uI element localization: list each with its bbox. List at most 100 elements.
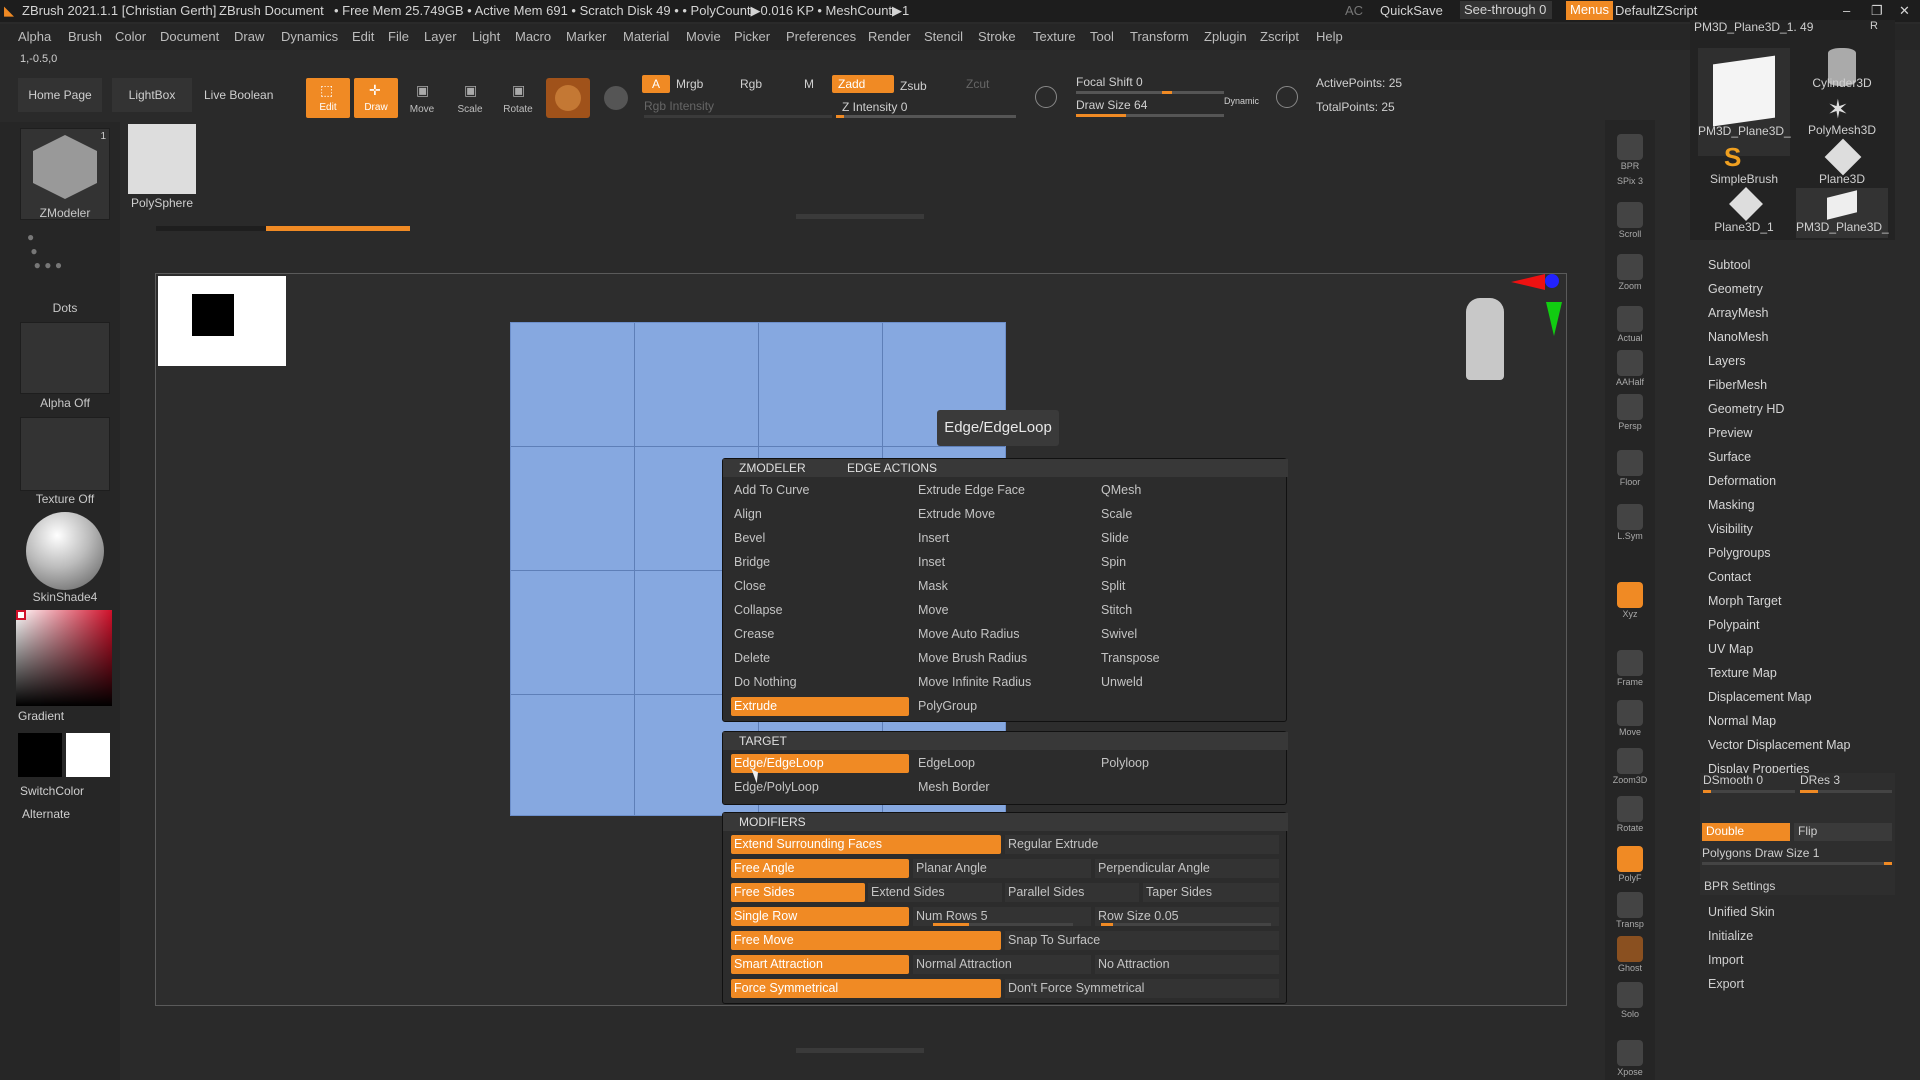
- draw-size-slider[interactable]: Draw Size 64: [1076, 98, 1147, 112]
- zcut-toggle[interactable]: Zcut: [966, 77, 989, 91]
- quicksave-button[interactable]: QuickSave: [1380, 3, 1443, 18]
- menu-tool[interactable]: Tool: [1090, 29, 1114, 44]
- close-icon[interactable]: ✕: [1899, 3, 1910, 19]
- view-button-rotate[interactable]: Rotate: [1610, 796, 1650, 833]
- view-button-floor[interactable]: Floor: [1610, 450, 1650, 487]
- secondary-color-swatch[interactable]: [18, 733, 62, 777]
- tool-thumb-pm3d-plane[interactable]: [1698, 48, 1790, 156]
- view-button-spix-3[interactable]: SPix 3: [1610, 176, 1650, 186]
- subpalette-contact[interactable]: Contact: [1708, 570, 1751, 584]
- action-split[interactable]: Split: [1101, 579, 1125, 593]
- lightbox-button[interactable]: LightBox: [112, 78, 192, 112]
- action-bevel[interactable]: Bevel: [734, 531, 765, 545]
- action-align[interactable]: Align: [734, 507, 762, 521]
- menu-brush[interactable]: Brush: [68, 29, 102, 44]
- target-mesh-border[interactable]: Mesh Border: [918, 780, 990, 794]
- modifier-no-attraction[interactable]: No Attraction: [1095, 955, 1279, 974]
- ac-label[interactable]: AC: [1345, 3, 1363, 18]
- action-do-nothing[interactable]: Do Nothing: [734, 675, 797, 689]
- menu-macro[interactable]: Macro: [515, 29, 551, 44]
- row-size-track[interactable]: [1101, 923, 1271, 926]
- bpr-settings-button[interactable]: BPR Settings: [1704, 879, 1775, 893]
- menu-light[interactable]: Light: [472, 29, 500, 44]
- menu-render[interactable]: Render: [868, 29, 911, 44]
- action-slide[interactable]: Slide: [1101, 531, 1129, 545]
- texture-slot[interactable]: [20, 417, 110, 491]
- polymesh-star-icon[interactable]: ✶: [1827, 94, 1849, 125]
- rgb-intensity-track[interactable]: [644, 115, 832, 118]
- subpalette-export[interactable]: Export: [1708, 977, 1744, 991]
- modifier-normal-attraction[interactable]: Normal Attraction: [913, 955, 1091, 974]
- modifier-snap-to-surface[interactable]: Snap To Surface: [1005, 931, 1279, 950]
- z-intensity-track[interactable]: [836, 115, 1016, 118]
- action-collapse[interactable]: Collapse: [734, 603, 783, 617]
- subpalette-unified-skin[interactable]: Unified Skin: [1708, 905, 1775, 919]
- action-extrude-edge-face[interactable]: Extrude Edge Face: [918, 483, 1025, 497]
- subpalette-import[interactable]: Import: [1708, 953, 1743, 967]
- simplebrush-icon[interactable]: S: [1724, 142, 1741, 173]
- action-inset[interactable]: Inset: [918, 555, 945, 569]
- focal-curve-icon[interactable]: [1035, 86, 1057, 108]
- subpalette-deformation[interactable]: Deformation: [1708, 474, 1776, 488]
- menu-stroke[interactable]: Stroke: [978, 29, 1016, 44]
- subpalette-texture-map[interactable]: Texture Map: [1708, 666, 1777, 680]
- shelf-scrollbar[interactable]: [156, 226, 410, 231]
- view-button-solo[interactable]: Solo: [1610, 982, 1650, 1019]
- menu-preferences[interactable]: Preferences: [786, 29, 856, 44]
- flip-toggle[interactable]: Flip: [1794, 823, 1892, 841]
- target-edgeloop[interactable]: EdgeLoop: [918, 756, 975, 770]
- modifier-free-move[interactable]: Free Move: [731, 931, 1001, 950]
- menu-document[interactable]: Document: [160, 29, 219, 44]
- color-picker[interactable]: [16, 610, 112, 706]
- double-toggle[interactable]: Double: [1702, 823, 1790, 841]
- default-zscript-button[interactable]: DefaultZScript: [1615, 3, 1697, 18]
- subpalette-displacement-map[interactable]: Displacement Map: [1708, 690, 1812, 704]
- menu-marker[interactable]: Marker: [566, 29, 606, 44]
- view-button-l-sym[interactable]: L.Sym: [1610, 504, 1650, 541]
- menu-edit[interactable]: Edit: [352, 29, 374, 44]
- zadd-toggle[interactable]: Zadd: [832, 75, 894, 93]
- target-edge-polyloop[interactable]: Edge/PolyLoop: [734, 780, 819, 794]
- menu-alpha[interactable]: Alpha: [18, 29, 51, 44]
- action-stitch[interactable]: Stitch: [1101, 603, 1132, 617]
- modifier-extend-sides[interactable]: Extend Sides: [868, 883, 1002, 902]
- color-sphere-icon[interactable]: [604, 86, 628, 110]
- r-toggle[interactable]: R: [1870, 20, 1878, 32]
- subpalette-layers[interactable]: Layers: [1708, 354, 1746, 368]
- view-button-scroll[interactable]: Scroll: [1610, 202, 1650, 239]
- modifier-dont-force-symmetrical[interactable]: Don't Force Symmetrical: [1005, 979, 1279, 998]
- modifier-free-angle[interactable]: Free Angle: [731, 859, 909, 878]
- action-close[interactable]: Close: [734, 579, 766, 593]
- subpalette-polypaint[interactable]: Polypaint: [1708, 618, 1759, 632]
- alpha-slot[interactable]: [20, 322, 110, 394]
- action-extrude[interactable]: Extrude: [731, 697, 909, 716]
- home-page-button[interactable]: Home Page: [18, 78, 102, 112]
- draw-size-track[interactable]: [1076, 114, 1224, 117]
- menus-button[interactable]: Menus: [1566, 1, 1614, 20]
- subpalette-geometry[interactable]: Geometry: [1708, 282, 1763, 296]
- restore-icon[interactable]: ❐: [1871, 3, 1883, 19]
- view-button-bpr[interactable]: BPR: [1610, 134, 1650, 171]
- view-button-zoom3d[interactable]: Zoom3D: [1610, 748, 1650, 785]
- focal-shift-slider[interactable]: Focal Shift 0: [1076, 75, 1143, 89]
- action-move[interactable]: Move: [918, 603, 949, 617]
- subpalette-arraymesh[interactable]: ArrayMesh: [1708, 306, 1768, 320]
- action-transpose[interactable]: Transpose: [1101, 651, 1160, 665]
- polysphere-thumbnail[interactable]: [128, 124, 196, 194]
- subpalette-surface[interactable]: Surface: [1708, 450, 1751, 464]
- subpalette-polygroups[interactable]: Polygroups: [1708, 546, 1771, 560]
- subpalette-preview[interactable]: Preview: [1708, 426, 1752, 440]
- action-extrude-move[interactable]: Extrude Move: [918, 507, 995, 521]
- menu-transform[interactable]: Transform: [1130, 29, 1189, 44]
- action-add-to-curve[interactable]: Add To Curve: [734, 483, 810, 497]
- subpalette-fibermesh[interactable]: FiberMesh: [1708, 378, 1767, 392]
- action-polygroup[interactable]: PolyGroup: [918, 699, 977, 713]
- subpalette-normal-map[interactable]: Normal Map: [1708, 714, 1776, 728]
- action-delete[interactable]: Delete: [734, 651, 770, 665]
- mrgb-toggle[interactable]: Mrgb: [676, 77, 703, 91]
- action-swivel[interactable]: Swivel: [1101, 627, 1137, 641]
- view-button-polyf[interactable]: PolyF: [1610, 846, 1650, 883]
- modifier-extend-surrounding-faces[interactable]: Extend Surrounding Faces: [731, 835, 1001, 854]
- menu-picker[interactable]: Picker: [734, 29, 770, 44]
- menu-draw[interactable]: Draw: [234, 29, 264, 44]
